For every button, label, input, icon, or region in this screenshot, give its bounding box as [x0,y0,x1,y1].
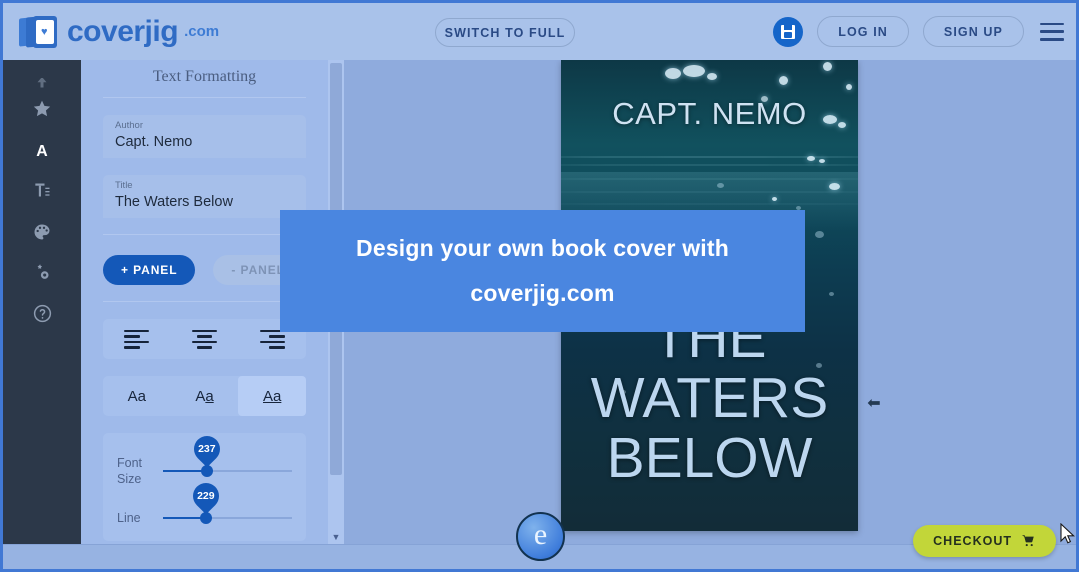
logo-domain-suffix: .com [184,23,220,40]
align-center-button[interactable] [171,319,239,359]
panel-divider-top [103,97,306,98]
author-field-label: Author [115,120,143,131]
text-letter-a-icon: A [36,142,48,159]
header-actions: LOG IN SIGN UP [773,3,1064,60]
font-size-value-bubble: 237 [188,430,226,468]
help-question-icon [33,304,51,323]
coverjig-logo[interactable]: ♥ coverjig .com [19,15,219,49]
cover-title-line-2: WATERS [590,366,829,430]
title-field[interactable]: Title The Waters Below [103,175,306,218]
text-underline-button[interactable]: Aa [238,376,307,416]
left-tool-rail: A [3,60,81,547]
sidebar-item-help[interactable] [22,293,62,334]
text-underline-icon: Aa [263,387,282,405]
align-right-icon [259,329,285,349]
align-left-icon [124,329,150,349]
hamburger-menu-icon[interactable] [1040,22,1064,41]
typography-sliders: Font Size 237 Line 229 [103,430,306,541]
text-formatting-icon [35,183,50,196]
upload-icon[interactable] [22,78,62,88]
top-header-bar: ♥ coverjig .com SWITCH TO FULL LOG IN SI… [3,3,1076,60]
logo-wordmark: coverjig [67,14,179,48]
text-none-button[interactable]: Aa [103,376,171,416]
author-field-value: Capt. Nemo [115,134,193,150]
line-height-value: 229 [196,490,215,502]
palette-icon [34,224,50,239]
align-center-icon [192,329,217,349]
title-field-label: Title [115,180,133,191]
add-panel-button[interactable]: + PANEL [103,255,196,285]
star-icon [33,100,51,116]
title-field-value: The Waters Below [115,194,233,210]
checkout-button[interactable]: CHECKOUT [913,525,1056,557]
panel-divider-mid [103,234,306,235]
settings-gears-icon [37,264,49,279]
floppy-save-icon [781,24,796,39]
font-size-value: 237 [198,443,216,455]
svg-text:A: A [36,142,48,159]
text-underline-partial-icon: Aa [195,387,214,405]
sidebar-item-text-formatting[interactable] [22,170,62,211]
promo-overlay-banner[interactable]: Design your own book cover with coverjig… [280,210,805,332]
arrow-left-icon[interactable]: ⬅ [864,393,884,413]
text-none-icon: Aa [127,387,147,405]
scroll-down-arrow-icon[interactable]: ▼ [328,529,344,545]
line-height-slider-row: Line 229 [103,477,306,533]
checkout-label: CHECKOUT [933,534,1012,548]
sidebar-item-settings[interactable] [22,252,62,293]
sidebar-item-palette[interactable] [22,211,62,252]
shopping-cart-icon [1022,535,1034,547]
sidebar-item-star[interactable] [22,88,62,129]
panel-title: Text Formatting [152,68,257,85]
line-height-label: Line [117,511,141,525]
text-underline-partial-button[interactable]: Aa [171,376,239,416]
promo-line-1: Design your own book cover with [356,235,729,261]
font-size-thumb[interactable] [200,465,213,477]
save-button[interactable] [773,16,804,47]
author-field[interactable]: Author Capt. Nemo [103,115,306,158]
promo-line-2: coverjig.com [470,280,615,306]
text-align-group [103,319,306,359]
internet-explorer-e-icon[interactable]: e [516,512,565,561]
panel-buttons-row: + PANEL - PANEL [103,255,306,285]
book-heart-logo-icon: ♥ [19,15,61,49]
cover-title-text: THE WATERS BELOW [561,308,858,488]
line-height-slider[interactable]: 229 [163,477,292,527]
sign-up-button[interactable]: SIGN UP [922,16,1024,47]
switch-to-full-button[interactable]: SWITCH TO FULL [435,18,575,47]
panel-divider-lower [103,301,306,302]
text-case-group: Aa Aa Aa [103,376,307,416]
align-left-button[interactable] [103,319,171,359]
line-height-thumb[interactable] [199,512,212,524]
font-size-slider[interactable]: 237 [163,430,292,480]
coverjig-app-window: ♥ coverjig .com SWITCH TO FULL LOG IN SI… [0,0,1079,572]
cover-author-text: CAPT. NEMO [612,96,807,131]
cover-title-line-3: BELOW [606,426,813,490]
font-size-label: Font Size [117,456,143,486]
sidebar-item-text[interactable]: A [22,129,62,170]
log-in-button[interactable]: LOG IN [817,16,909,47]
